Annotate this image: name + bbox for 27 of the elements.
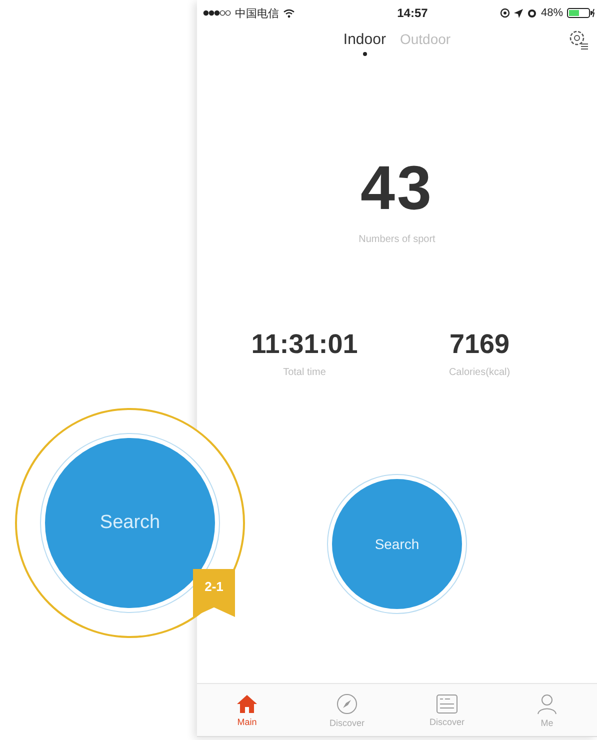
nav-item[interactable]: Main xyxy=(197,684,297,736)
signal-icon xyxy=(203,10,231,16)
tab[interactable]: Indoor xyxy=(343,30,386,58)
search-button[interactable]: Search xyxy=(332,479,462,609)
carrier-name: 中国电信 xyxy=(235,6,279,20)
home-icon xyxy=(236,694,258,714)
status-time: 14:57 xyxy=(397,6,428,20)
battery-icon xyxy=(566,8,595,18)
stat-value: 11:31:01 xyxy=(251,329,358,359)
battery-percent: 48% xyxy=(540,7,563,19)
person-icon xyxy=(536,692,558,714)
tab[interactable]: Outdoor xyxy=(400,30,451,58)
stat-label: Calories(kcal) xyxy=(448,367,510,378)
settings-icon[interactable] xyxy=(567,28,589,50)
sport-count-label: Numbers of sport xyxy=(358,234,436,245)
nav-item[interactable]: Me xyxy=(497,684,597,736)
nav-item[interactable]: Discover xyxy=(297,684,397,736)
wifi-icon xyxy=(283,8,295,18)
step-badge: 2-1 xyxy=(193,569,235,617)
stat-label: Total time xyxy=(283,367,326,378)
active-dot xyxy=(362,52,367,56)
stat-value: 7169 xyxy=(449,329,510,359)
nav-item[interactable]: Discover xyxy=(397,684,497,736)
location-icon xyxy=(514,8,523,18)
card-icon xyxy=(436,694,458,714)
compass-icon xyxy=(336,692,358,714)
sport-count: 43 xyxy=(360,158,434,220)
